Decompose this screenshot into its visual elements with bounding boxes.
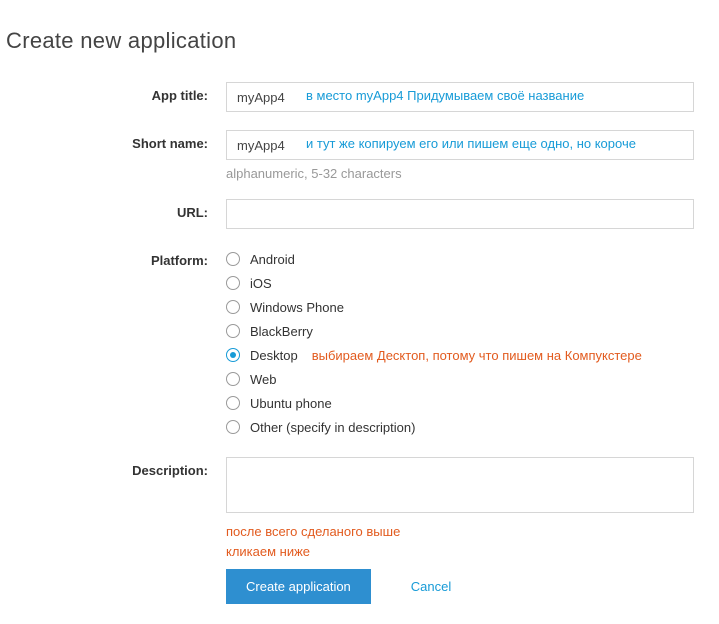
platform-option-label: Desktop xyxy=(250,348,298,363)
bottom-annotation-line1: после всего сделаного выше xyxy=(226,522,709,542)
platform-option[interactable]: Other (specify in description) xyxy=(226,415,709,439)
description-label: Description: xyxy=(6,457,226,478)
platform-option[interactable]: Android xyxy=(226,247,709,271)
radio-icon[interactable] xyxy=(226,372,240,386)
radio-icon[interactable] xyxy=(226,348,240,362)
platform-option-label: Web xyxy=(250,372,277,387)
platform-option[interactable]: Ubuntu phone xyxy=(226,391,709,415)
platform-option[interactable]: BlackBerry xyxy=(226,319,709,343)
platform-option[interactable]: Desktop выбираем Десктоп, потому что пише… xyxy=(226,343,709,367)
platform-option-label: Windows Phone xyxy=(250,300,344,315)
radio-icon[interactable] xyxy=(226,324,240,338)
platform-option[interactable]: Windows Phone xyxy=(226,295,709,319)
platform-option-label: Android xyxy=(250,252,295,267)
platform-option-label: Other (specify in description) xyxy=(250,420,415,435)
url-label: URL: xyxy=(6,199,226,220)
platform-option-annotation: выбираем Десктоп, потому что пишем на Ко… xyxy=(312,348,642,363)
create-application-button[interactable]: Create application xyxy=(226,569,371,604)
radio-icon[interactable] xyxy=(226,396,240,410)
app-title-label: App title: xyxy=(6,82,226,103)
description-input[interactable] xyxy=(226,457,694,513)
radio-icon[interactable] xyxy=(226,300,240,314)
platform-option-label: Ubuntu phone xyxy=(250,396,332,411)
short-name-input[interactable] xyxy=(226,130,694,160)
platform-option-label: iOS xyxy=(250,276,272,291)
bottom-annotation: после всего сделаного выше кликаем ниже xyxy=(226,522,709,561)
short-name-hint: alphanumeric, 5-32 characters xyxy=(226,166,709,181)
page-title: Create new application xyxy=(6,28,709,54)
radio-icon[interactable] xyxy=(226,276,240,290)
short-name-label: Short name: xyxy=(6,130,226,151)
bottom-annotation-line2: кликаем ниже xyxy=(226,542,709,562)
platform-label: Platform: xyxy=(6,247,226,268)
radio-icon[interactable] xyxy=(226,252,240,266)
platform-radiolist: Android iOS Windows Phone BlackBerry Desktop… xyxy=(226,247,709,439)
url-input[interactable] xyxy=(226,199,694,229)
platform-option[interactable]: Web xyxy=(226,367,709,391)
radio-icon[interactable] xyxy=(226,420,240,434)
platform-option-label: BlackBerry xyxy=(250,324,313,339)
cancel-link[interactable]: Cancel xyxy=(411,579,451,594)
app-title-input[interactable] xyxy=(226,82,694,112)
platform-option[interactable]: iOS xyxy=(226,271,709,295)
